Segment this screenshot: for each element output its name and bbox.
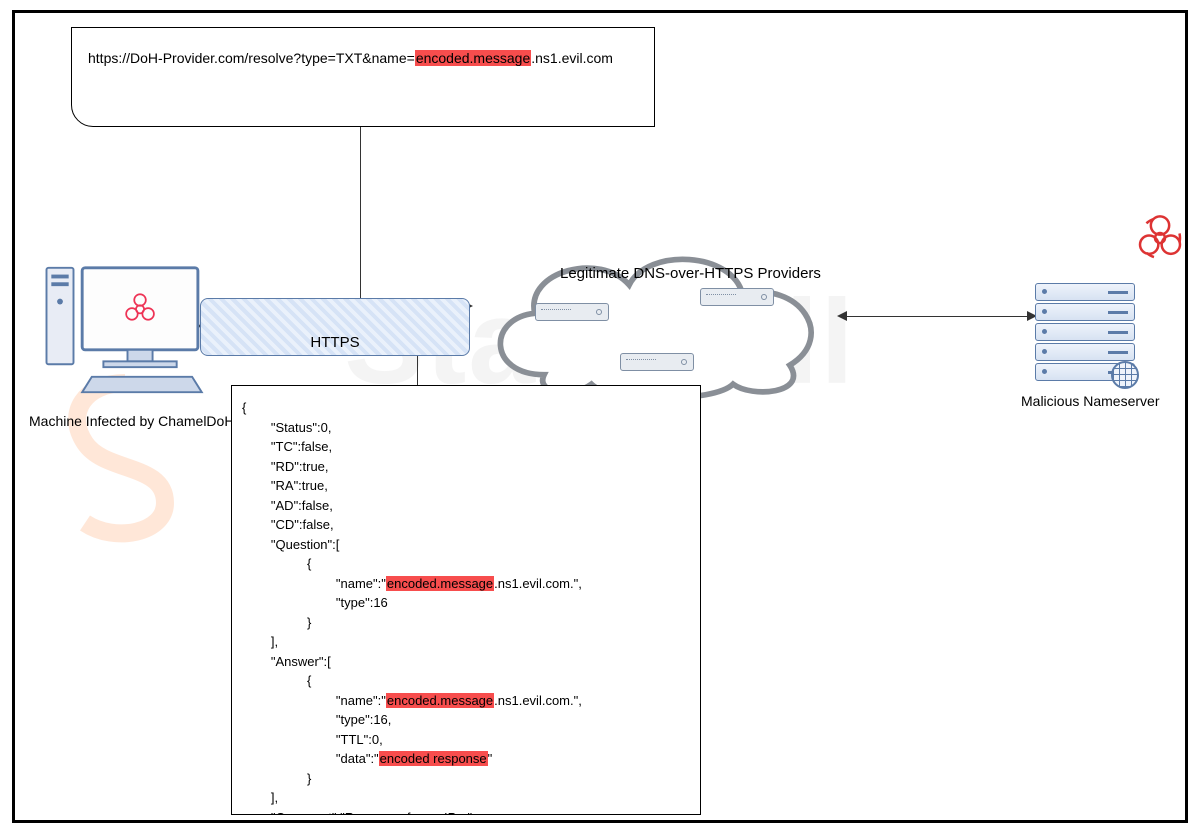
doh-server-icon-3 (620, 353, 694, 371)
json-answer-data: "data":"encoded response" (242, 749, 690, 769)
json-line: "CD":false, (242, 515, 690, 535)
json-line: ], (242, 632, 690, 652)
json-line: "Status":0, (242, 418, 690, 438)
malicious-nameserver-icon (1035, 283, 1135, 383)
json-line: "Comment":"Response from <IP>." (242, 808, 690, 816)
json-line: } (242, 769, 690, 789)
arrow-cloud-nameserver (845, 316, 1030, 317)
url-suffix: .ns1.evil.com (531, 50, 613, 66)
json-highlight: encoded response (379, 751, 488, 766)
globe-icon (1111, 361, 1139, 389)
doh-server-icon-2 (700, 288, 774, 306)
infected-machine-label: Machine Infected by ChamelDoH (29, 413, 259, 429)
json-question-name: "name":"encoded.message.ns1.evil.com.", (242, 574, 690, 594)
diagram-frame: Stairwell https://DoH-Provider.com/resol… (12, 10, 1188, 823)
json-answer-name: "name":"encoded.message.ns1.evil.com.", (242, 691, 690, 711)
biohazard-icon (1135, 213, 1185, 263)
tunnel-label: HTTPS (310, 334, 359, 351)
json-highlight: encoded.message (386, 576, 494, 591)
json-line: "Answer":[ (242, 652, 690, 672)
https-tunnel: HTTPS (200, 298, 470, 356)
json-line: } (242, 613, 690, 633)
doh-request-url-box: https://DoH-Provider.com/resolve?type=TX… (71, 27, 655, 127)
json-line: "RA":true, (242, 476, 690, 496)
json-line: "TC":false, (242, 437, 690, 457)
cloud-doh-providers (465, 233, 850, 403)
json-line: "type":16, (242, 710, 690, 730)
json-line: ], (242, 788, 690, 808)
malicious-nameserver-label: Malicious Nameserver (1021, 393, 1159, 409)
doh-json-response-box: { "Status":0, "TC":false, "RD":true, "RA… (231, 385, 701, 815)
doh-server-icon-1 (535, 303, 609, 321)
connector-url-to-tunnel (360, 127, 361, 305)
json-line: { (242, 671, 690, 691)
json-line: { (242, 554, 690, 574)
cloud-label: Legitimate DNS-over-HTTPS Providers (560, 265, 821, 282)
url-highlight: encoded.message (415, 50, 531, 66)
json-line: "TTL":0, (242, 730, 690, 750)
json-line: "Question":[ (242, 535, 690, 555)
json-line: { (242, 398, 690, 418)
json-line: "AD":false, (242, 496, 690, 516)
json-highlight: encoded.message (386, 693, 494, 708)
url-prefix: https://DoH-Provider.com/resolve?type=TX… (88, 50, 415, 66)
json-line: "RD":true, (242, 457, 690, 477)
json-line: "type":16 (242, 593, 690, 613)
infected-machine-icon (45, 263, 210, 403)
